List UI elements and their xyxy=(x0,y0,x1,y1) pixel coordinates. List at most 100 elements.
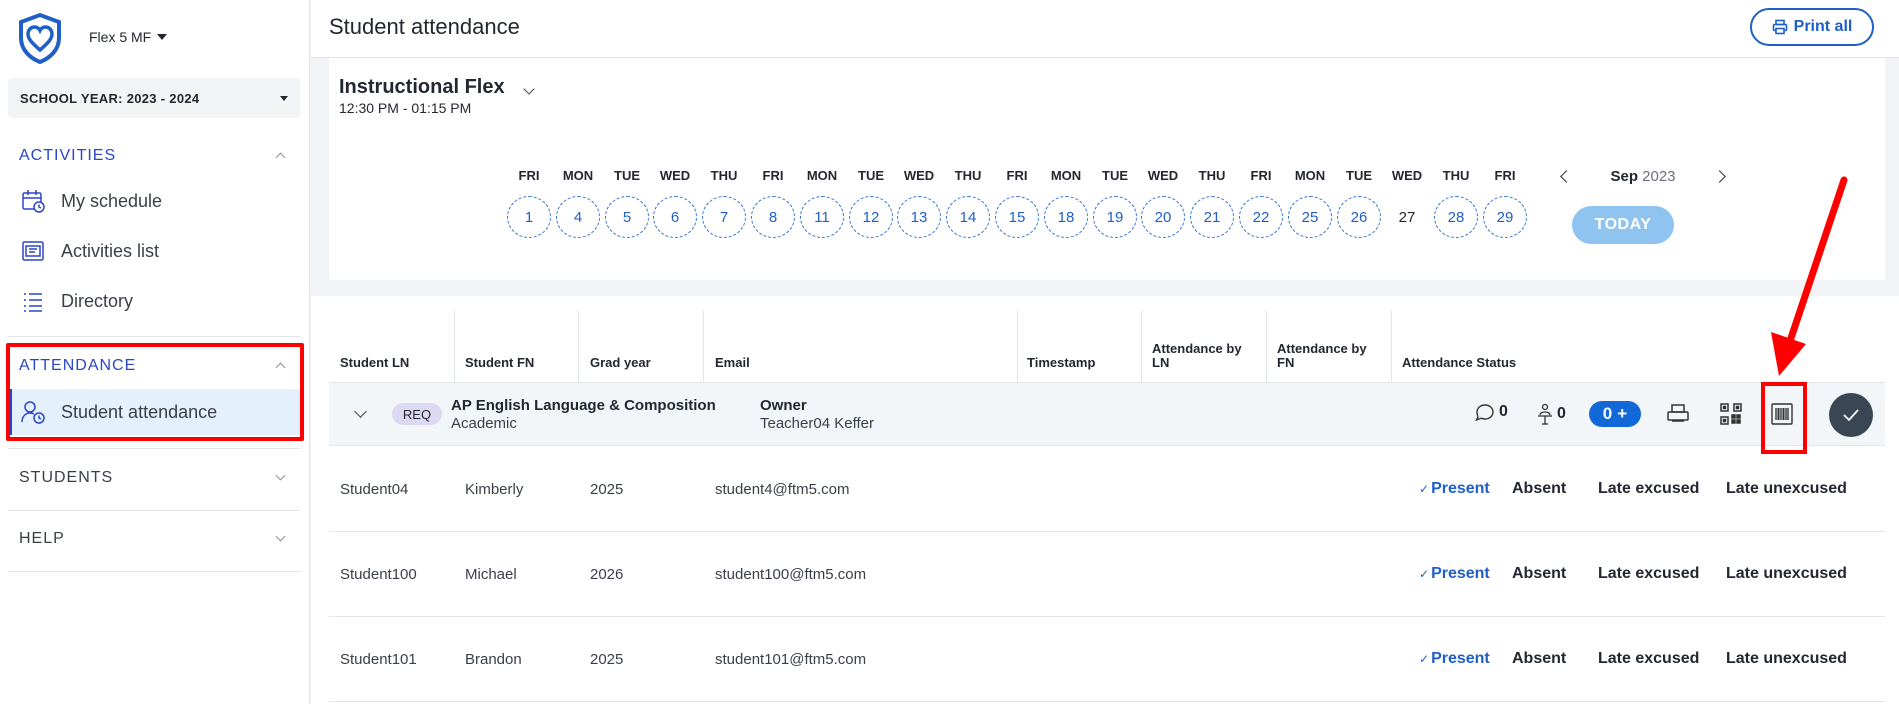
date-button-7[interactable]: 7 xyxy=(702,196,746,238)
col-grad-year[interactable]: Grad year xyxy=(590,310,651,382)
signatures-counter[interactable]: 0 xyxy=(1537,403,1566,425)
date-button-19[interactable]: 19 xyxy=(1093,196,1137,238)
day-of-week: WED xyxy=(1391,168,1423,183)
status-present-button[interactable]: ✓ Present xyxy=(1419,650,1490,668)
date-button-1[interactable]: 1 xyxy=(507,196,551,238)
section-help[interactable]: HELP xyxy=(0,521,310,557)
day-of-week: MON xyxy=(1294,168,1326,183)
date-button-29[interactable]: 29 xyxy=(1483,196,1527,238)
day-12: TUE 12 xyxy=(849,168,893,238)
date-button-20[interactable]: 20 xyxy=(1141,196,1185,238)
status-late-unexcused-button[interactable]: Late unexcused xyxy=(1726,650,1847,668)
col-student-ln[interactable]: Student LN xyxy=(340,310,409,382)
date-button-22[interactable]: 22 xyxy=(1239,196,1283,238)
col-email[interactable]: Email xyxy=(715,310,750,382)
status-late-excused-button[interactable]: Late excused xyxy=(1598,480,1699,498)
checkmark-icon xyxy=(1843,409,1859,422)
nav-activities-list[interactable]: Activities list xyxy=(8,228,300,274)
date-button-26[interactable]: 26 xyxy=(1337,196,1381,238)
page-title: Student attendance xyxy=(329,14,520,39)
status-absent-button[interactable]: Absent xyxy=(1512,480,1566,498)
status-late-excused-button[interactable]: Late excused xyxy=(1598,565,1699,583)
section-attendance-label: ATTENDANCE xyxy=(19,357,137,374)
today-button[interactable]: TODAY xyxy=(1572,206,1674,244)
date-button-11[interactable]: 11 xyxy=(800,196,844,238)
col-attendance-status[interactable]: Attendance Status xyxy=(1402,310,1516,382)
col-student-fn[interactable]: Student FN xyxy=(465,310,534,382)
print-icon[interactable] xyxy=(1665,401,1691,427)
shield-heart-logo-icon[interactable] xyxy=(16,12,64,64)
sidebar-divider xyxy=(8,448,300,449)
nav-directory[interactable]: Directory xyxy=(8,278,300,324)
chevron-down-icon[interactable] xyxy=(354,405,367,418)
section-students-label: STUDENTS xyxy=(19,469,114,486)
table-row: Student100 Michael 2026 student100@ftm5.com… xyxy=(329,532,1885,617)
submit-attendance-button[interactable] xyxy=(1829,393,1873,437)
student-fn: Kimberly xyxy=(465,481,524,498)
school-year-label: SCHOOL YEAR: 2023 - 2024 xyxy=(20,90,200,106)
day-27: WED 27 xyxy=(1385,168,1429,238)
chevron-up-icon xyxy=(275,152,286,163)
date-button-28[interactable]: 28 xyxy=(1434,196,1478,238)
date-button-13[interactable]: 13 xyxy=(897,196,941,238)
status-present-button[interactable]: ✓ Present xyxy=(1419,565,1490,583)
chevron-down-icon[interactable] xyxy=(523,83,535,95)
student-ln: Student101 xyxy=(340,651,417,668)
month-year: 2023 xyxy=(1642,168,1676,185)
col-attendance-by-ln[interactable]: Attendance by LN xyxy=(1152,310,1262,382)
prev-month-icon[interactable] xyxy=(1560,170,1573,183)
add-student-pill[interactable]: 0 + xyxy=(1589,401,1641,427)
print-all-button[interactable]: Print all xyxy=(1750,8,1874,46)
date-button-12[interactable]: 12 xyxy=(849,196,893,238)
next-month-icon[interactable] xyxy=(1713,170,1726,183)
school-year-select[interactable]: SCHOOL YEAR: 2023 - 2024 xyxy=(8,78,300,118)
day-5: TUE 5 xyxy=(605,168,649,238)
status-late-excused-button[interactable]: Late excused xyxy=(1598,650,1699,668)
date-button-15[interactable]: 15 xyxy=(995,196,1039,238)
nav-my-schedule[interactable]: My schedule xyxy=(8,178,300,224)
status-present-label: Present xyxy=(1431,480,1490,497)
directory-list-icon xyxy=(24,293,42,312)
activity-title[interactable]: Instructional Flex xyxy=(339,76,505,99)
status-absent-button[interactable]: Absent xyxy=(1512,565,1566,583)
brand xyxy=(16,12,64,64)
status-late-unexcused-button[interactable]: Late unexcused xyxy=(1726,480,1847,498)
barcode-scan-icon[interactable] xyxy=(1769,401,1795,427)
tenant-switcher[interactable]: Flex 5 MF xyxy=(89,29,168,45)
activity-card: Instructional Flex 12:30 PM - 01:15 PM F… xyxy=(329,58,1885,280)
student-email: student4@ftm5.com xyxy=(715,481,850,498)
status-present-button[interactable]: ✓ Present xyxy=(1419,480,1490,498)
day-of-week: THU xyxy=(1442,168,1470,183)
col-timestamp[interactable]: Timestamp xyxy=(1027,310,1095,382)
date-button-4[interactable]: 4 xyxy=(556,196,600,238)
status-absent-button[interactable]: Absent xyxy=(1512,650,1566,668)
student-ln: Student04 xyxy=(340,481,409,498)
date-button-8[interactable]: 8 xyxy=(751,196,795,238)
day-of-week: FRI xyxy=(518,168,540,183)
section-attendance[interactable]: ATTENDANCE xyxy=(0,348,310,384)
section-students[interactable]: STUDENTS xyxy=(0,460,310,496)
nav-activities-list-label: Activities list xyxy=(61,240,160,261)
date-button-27[interactable]: 27 xyxy=(1385,196,1429,238)
date-button-21[interactable]: 21 xyxy=(1190,196,1234,238)
student-email: student100@ftm5.com xyxy=(715,566,867,583)
month-label: Sep 2023 xyxy=(1610,168,1675,185)
date-button-18[interactable]: 18 xyxy=(1044,196,1088,238)
nav-student-attendance[interactable]: Student attendance xyxy=(8,389,300,435)
day-15: FRI 15 xyxy=(995,168,1039,238)
day-6: WED 6 xyxy=(653,168,697,238)
status-late-unexcused-button[interactable]: Late unexcused xyxy=(1726,565,1847,583)
day-25: MON 25 xyxy=(1288,168,1332,238)
qr-code-icon[interactable] xyxy=(1718,401,1744,427)
date-button-5[interactable]: 5 xyxy=(605,196,649,238)
status-present-label: Present xyxy=(1431,650,1490,667)
date-button-25[interactable]: 25 xyxy=(1288,196,1332,238)
chevron-down-icon xyxy=(275,531,286,542)
date-button-14[interactable]: 14 xyxy=(946,196,990,238)
date-button-6[interactable]: 6 xyxy=(653,196,697,238)
comments-counter[interactable]: 0 xyxy=(1475,403,1508,421)
section-activities[interactable]: ACTIVITIES xyxy=(0,138,310,174)
printer-icon xyxy=(1772,19,1787,35)
col-attendance-by-fn[interactable]: Attendance by FN xyxy=(1277,310,1387,382)
month-name: Sep xyxy=(1610,168,1638,185)
